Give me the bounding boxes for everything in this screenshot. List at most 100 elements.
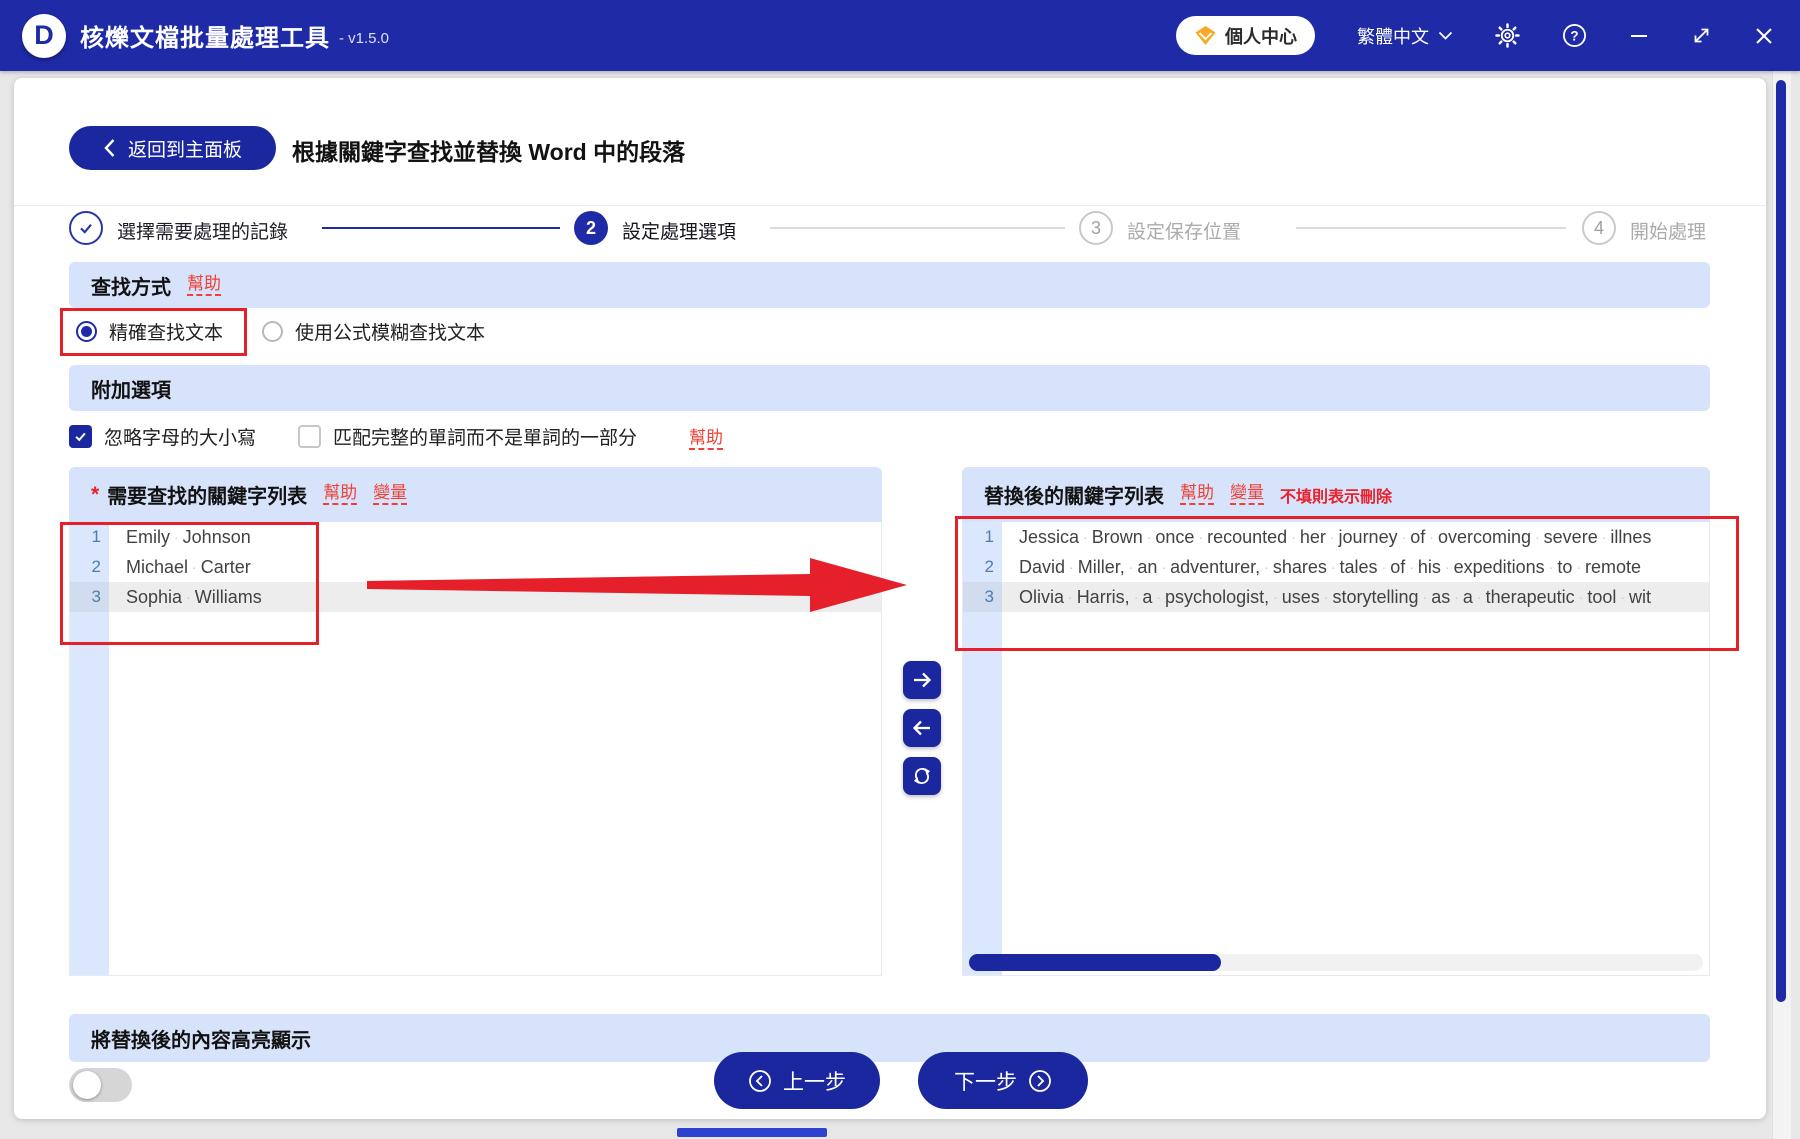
account-center-button[interactable]: 個人中心 xyxy=(1176,16,1315,55)
page-title: 根據關鍵字查找並替換 Word 中的段落 xyxy=(292,133,685,167)
check-icon xyxy=(76,218,96,238)
move-left-button[interactable] xyxy=(903,709,941,747)
find-list-row[interactable]: 3Sophia·Williams xyxy=(70,582,881,612)
space-marker: · xyxy=(192,559,197,575)
radio-option-2[interactable]: 使用公式模糊查找文本 xyxy=(262,318,485,345)
space-marker: · xyxy=(1083,529,1088,545)
space-marker: · xyxy=(1579,589,1584,605)
space-marker: · xyxy=(1477,589,1482,605)
replace-hscrollbar-thumb[interactable] xyxy=(969,954,1221,971)
step-connector-1 xyxy=(322,227,560,229)
list-item-text: Jessica·Brown·once·recounted·her·journey… xyxy=(1002,522,1709,552)
move-right-button[interactable] xyxy=(903,661,941,699)
space-marker: · xyxy=(1161,559,1166,575)
replace-hscrollbar-track[interactable] xyxy=(969,954,1703,971)
word: adventurer, xyxy=(1170,557,1260,578)
app-logo: D xyxy=(22,14,66,58)
settings-gear-icon[interactable] xyxy=(1495,23,1520,48)
replace-panel-title: 替換後的關鍵字列表 xyxy=(984,480,1164,509)
line-number: 1 xyxy=(70,522,109,552)
space-marker: · xyxy=(1198,529,1203,545)
line-number: 1 xyxy=(963,522,1002,552)
word: therapeutic xyxy=(1486,587,1575,608)
word: a xyxy=(1463,587,1473,608)
extra-options-help-link[interactable]: 幫助 xyxy=(689,429,723,450)
word: shares xyxy=(1273,557,1327,578)
back-to-dashboard-button[interactable]: 返回到主面板 xyxy=(69,126,276,170)
word: to xyxy=(1557,557,1572,578)
maximize-icon[interactable] xyxy=(1691,25,1712,46)
account-center-label: 個人中心 xyxy=(1225,23,1297,49)
close-icon[interactable] xyxy=(1754,26,1774,46)
minimize-icon[interactable] xyxy=(1629,26,1649,46)
replace-empty-note: 不填則表示刪除 xyxy=(1280,483,1392,507)
replace-variable-link[interactable]: 變量 xyxy=(1230,484,1264,505)
word: Williams xyxy=(195,587,262,608)
word: of xyxy=(1410,527,1425,548)
find-help-link[interactable]: 幫助 xyxy=(323,484,357,505)
space-marker: · xyxy=(1549,559,1554,575)
line-number: 3 xyxy=(963,582,1002,612)
replace-list-editor[interactable]: 1Jessica·Brown·once·recounted·her·journe… xyxy=(962,522,1710,976)
replace-keywords-panel: 替換後的關鍵字列表 幫助 變量 不填則表示刪除 1Jessica·Brown·o… xyxy=(962,467,1710,976)
radio-label-2: 使用公式模糊查找文本 xyxy=(295,318,485,345)
step-circle-3[interactable]: 3 xyxy=(1079,211,1113,245)
step-connector-3 xyxy=(1296,227,1566,229)
window-scrollbar-thumb[interactable] xyxy=(1776,80,1786,1002)
back-button-label: 返回到主面板 xyxy=(128,135,242,162)
replace-list-row[interactable]: 3Olivia·Harris,·a·psychologist,·uses·sto… xyxy=(963,582,1709,612)
word: severe xyxy=(1544,527,1598,548)
replace-list-row[interactable]: 2David·Miller,·an·adventurer,·shares·tal… xyxy=(963,552,1709,582)
help-icon[interactable]: ? xyxy=(1562,23,1587,48)
word: his xyxy=(1418,557,1441,578)
step-circle-4[interactable]: 4 xyxy=(1582,211,1616,245)
step-circle-2[interactable]: 2 xyxy=(574,211,608,245)
word: Miller, xyxy=(1078,557,1125,578)
word: journey xyxy=(1339,527,1398,548)
next-step-label: 下一步 xyxy=(954,1066,1017,1096)
next-step-button[interactable]: 下一步 xyxy=(918,1052,1088,1109)
replace-panel-header: 替換後的關鍵字列表 幫助 變量 不填則表示刪除 xyxy=(962,467,1710,522)
checkbox-option-2[interactable]: 匹配完整的單詞而不是單詞的一部分 xyxy=(298,423,637,450)
find-variable-link[interactable]: 變量 xyxy=(373,484,407,505)
checkbox-option-1[interactable]: 忽略字母的大小寫 xyxy=(69,423,256,450)
checkbox-checked-icon[interactable] xyxy=(69,425,92,448)
word: storytelling xyxy=(1332,587,1418,608)
space-marker: · xyxy=(1129,559,1134,575)
word: Johnson xyxy=(183,527,251,548)
find-list-row[interactable]: 1Emily·Johnson xyxy=(70,522,881,552)
word: Emily xyxy=(126,527,170,548)
list-item-text: Emily·Johnson xyxy=(109,522,881,552)
find-list-editor[interactable]: 1Emily·Johnson2Michael·Carter3Sophia·Wil… xyxy=(69,522,882,976)
radio-label-1: 精確查找文本 xyxy=(109,318,223,345)
circle-chevron-right-icon xyxy=(1028,1069,1052,1093)
checkbox-label-2: 匹配完整的單詞而不是單詞的一部分 xyxy=(333,423,637,450)
list-item-text: Sophia·Williams xyxy=(109,582,881,612)
language-selector[interactable]: 繁體中文 xyxy=(1357,23,1453,49)
chevron-left-icon xyxy=(103,138,116,158)
replace-list-row[interactable]: 1Jessica·Brown·once·recounted·her·journe… xyxy=(963,522,1709,552)
previous-step-button[interactable]: 上一步 xyxy=(714,1052,880,1109)
word: a xyxy=(1142,587,1152,608)
search-mode-help-link[interactable]: 幫助 xyxy=(187,275,221,296)
toggle-knob xyxy=(73,1071,101,1099)
word: Brown xyxy=(1092,527,1143,548)
space-marker: · xyxy=(1445,559,1450,575)
replace-help-link[interactable]: 幫助 xyxy=(1180,484,1214,505)
arrow-right-icon xyxy=(910,668,934,692)
required-asterisk: * xyxy=(91,483,99,507)
word: tales xyxy=(1340,557,1378,578)
previous-step-label: 上一步 xyxy=(783,1066,846,1096)
radio-unselected-icon[interactable] xyxy=(262,321,283,342)
highlight-toggle[interactable] xyxy=(69,1068,132,1102)
highlight-title: 將替換後的內容高亮顯示 xyxy=(91,1024,311,1053)
arrow-left-icon xyxy=(910,716,934,740)
swap-refresh-button[interactable] xyxy=(903,757,941,795)
step-connector-2 xyxy=(770,227,1065,229)
find-list-row[interactable]: 2Michael·Carter xyxy=(70,552,881,582)
radio-selected-icon[interactable] xyxy=(76,321,97,342)
radio-option-1[interactable]: 精確查找文本 xyxy=(76,318,223,345)
step-circle-1[interactable] xyxy=(69,211,103,245)
checkbox-unchecked-icon[interactable] xyxy=(298,425,321,448)
word: psychologist, xyxy=(1165,587,1269,608)
